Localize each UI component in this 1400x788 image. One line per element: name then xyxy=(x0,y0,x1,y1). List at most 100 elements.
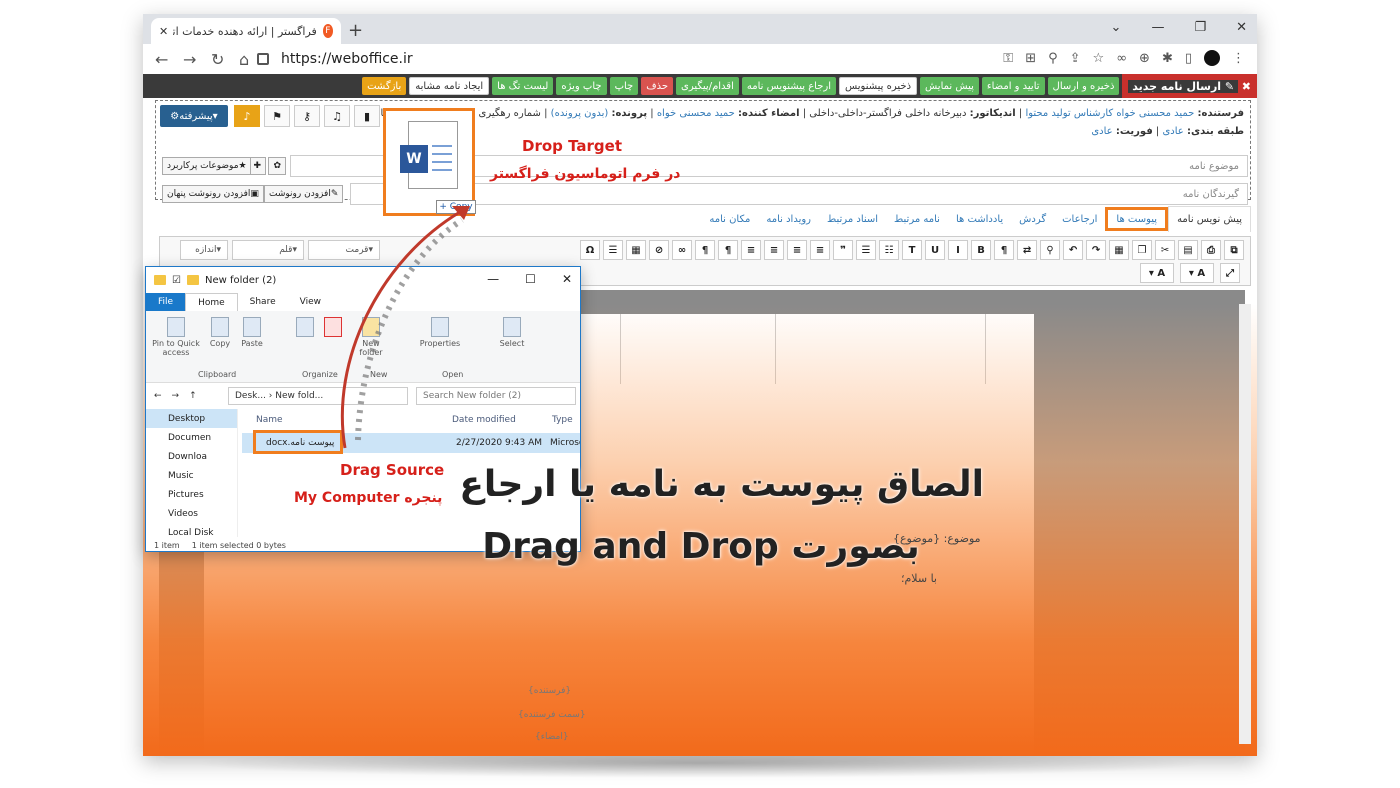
avatar[interactable] xyxy=(1204,50,1220,66)
tab-attachments[interactable]: پیوست ها xyxy=(1105,207,1169,231)
sidepanel-icon[interactable]: ▯ xyxy=(1185,51,1192,66)
plus-ext-icon[interactable]: ⊕ xyxy=(1139,51,1150,66)
move-to-button[interactable] xyxy=(294,317,316,339)
minimize-icon[interactable]: — xyxy=(487,272,499,286)
minimize-icon[interactable]: — xyxy=(1151,20,1164,35)
justify-icon[interactable]: ≡ xyxy=(741,240,761,260)
text-color-icon[interactable]: ▾ A xyxy=(1140,263,1174,283)
tab-draft[interactable]: پیش نویس نامه xyxy=(1168,206,1251,232)
close-window-icon[interactable]: ✕ xyxy=(1236,20,1247,35)
pin-quick-access-button[interactable]: Pin to Quick access xyxy=(150,317,202,357)
reload-icon[interactable]: ↻ xyxy=(211,50,227,69)
restore-icon[interactable]: ❐ xyxy=(1194,20,1206,35)
common-subjects-button[interactable]: ★ موضوعات پرکاربرد xyxy=(162,157,252,175)
select-button[interactable]: Select xyxy=(496,317,528,348)
forward-icon[interactable]: → xyxy=(183,50,199,69)
paw-icon[interactable]: ✿ xyxy=(268,157,286,175)
star-icon[interactable]: ☆ xyxy=(1093,51,1105,66)
tab-file[interactable]: File xyxy=(146,293,186,311)
signer-value[interactable]: حمید محسنی خواه xyxy=(657,108,735,119)
followup-button[interactable]: اقدام/پیگیری xyxy=(676,77,739,95)
redo-icon[interactable]: ↷ xyxy=(1086,240,1106,260)
quick-access-icon[interactable]: ☑ xyxy=(172,275,181,286)
sender-value[interactable]: حمید محسنی خواه کارشناس تولید محتوا xyxy=(1025,108,1194,119)
align-left-icon[interactable]: ≡ xyxy=(764,240,784,260)
add-cc-button[interactable]: ✎ افزودن رونوشت xyxy=(264,185,344,203)
flag-icon[interactable]: ⚑ xyxy=(264,105,290,127)
copy-icon[interactable]: ❐ xyxy=(1132,240,1152,260)
hr-icon[interactable]: ☰ xyxy=(603,240,623,260)
unlink-icon[interactable]: ⊘ xyxy=(649,240,669,260)
number-list-icon[interactable]: ☰ xyxy=(856,240,876,260)
similar-letter-button[interactable]: ایجاد نامه مشابه xyxy=(409,77,490,95)
clear-format-icon[interactable]: T xyxy=(902,240,922,260)
properties-button[interactable]: Properties xyxy=(418,317,462,348)
extension-icon[interactable]: ∞ xyxy=(1116,51,1127,66)
font-select[interactable]: ▾ قلم xyxy=(232,240,304,260)
underline-icon[interactable]: U xyxy=(925,240,945,260)
zoom-icon[interactable]: ⚲ xyxy=(1048,51,1058,66)
nav-pictures[interactable]: Pictures xyxy=(146,485,237,504)
rtl-icon[interactable]: ¶ xyxy=(718,240,738,260)
menu-icon[interactable]: ⋮ xyxy=(1232,51,1245,66)
tab-notes[interactable]: یادداشت ها xyxy=(948,206,1011,232)
ltr-icon[interactable]: ¶ xyxy=(695,240,715,260)
delete-button[interactable]: حذف xyxy=(641,77,674,95)
plus-icon[interactable]: ✚ xyxy=(250,157,266,175)
bold-icon[interactable]: B xyxy=(971,240,991,260)
delete-button[interactable] xyxy=(322,317,344,339)
save-draft-button[interactable]: ذخیره پیشنویس xyxy=(839,77,918,95)
tab-flow[interactable]: گردش xyxy=(1011,206,1054,232)
new-tab-icon[interactable]: + xyxy=(348,20,363,41)
back-button[interactable]: بازگشت xyxy=(362,77,407,95)
url-bar[interactable]: https://weboffice.ir xyxy=(253,48,973,70)
folder-value[interactable]: (بدون پرونده) xyxy=(551,108,609,119)
maximize-icon[interactable]: ⤢ xyxy=(1220,263,1240,283)
nav-videos[interactable]: Videos xyxy=(146,504,237,523)
size-select[interactable]: ▾ اندازه xyxy=(180,240,228,260)
tab-related-letter[interactable]: نامه مرتبط xyxy=(886,206,948,232)
approve-sign-button[interactable]: تایید و امضاء xyxy=(981,77,1045,95)
align-right-icon[interactable]: ≡ xyxy=(810,240,830,260)
paste-button[interactable]: Paste xyxy=(238,317,266,348)
refer-draft-button[interactable]: ارجاع پیشنویس نامه xyxy=(741,77,837,95)
print-icon[interactable]: ⎙ xyxy=(1201,240,1221,260)
back-icon[interactable]: ← xyxy=(154,391,162,401)
up-icon[interactable]: ↑ xyxy=(189,391,197,401)
maximize-icon[interactable]: ☐ xyxy=(525,272,536,286)
path-input[interactable]: Desk... › New fold... xyxy=(228,387,408,405)
close-icon[interactable]: ✖ xyxy=(1238,80,1251,93)
source-icon[interactable]: ⧉ xyxy=(1224,240,1244,260)
mic-icon[interactable]: ♫ xyxy=(324,105,350,127)
add-hidden-cc-button[interactable]: ▣ افزودن رونوشت پنهان xyxy=(162,185,264,203)
replace-icon[interactable]: ⇄ xyxy=(1017,240,1037,260)
tag-list-button[interactable]: لیست تگ ها xyxy=(492,77,554,95)
col-name[interactable]: Name xyxy=(256,415,283,425)
priority-value[interactable]: عادی xyxy=(1091,126,1112,137)
puzzle-icon[interactable]: ✱ xyxy=(1162,51,1173,66)
class-value[interactable]: عادی xyxy=(1162,126,1183,137)
bg-color-icon[interactable]: ▾ A xyxy=(1180,263,1214,283)
new-folder-button[interactable]: New folder xyxy=(356,317,386,357)
bell-icon[interactable]: ♪ xyxy=(234,105,260,127)
close-tab-icon[interactable]: ✕ xyxy=(159,25,168,38)
doc-icon[interactable]: ▤ xyxy=(1178,240,1198,260)
back-icon[interactable]: ← xyxy=(155,50,171,69)
advanced-button[interactable]: ⚙ پیشرفته ▾ xyxy=(160,105,228,127)
tab-referrals[interactable]: ارجاعات xyxy=(1054,206,1105,232)
table-icon[interactable]: ▦ xyxy=(626,240,646,260)
close-icon[interactable]: ✕ xyxy=(562,272,572,286)
cut-icon[interactable]: ✂ xyxy=(1155,240,1175,260)
translate-icon[interactable]: ⊞ xyxy=(1025,51,1036,66)
special-print-button[interactable]: چاپ ویژه xyxy=(556,77,607,95)
forward-icon[interactable]: → xyxy=(172,391,180,401)
save-send-button[interactable]: ذخیره و ارسال xyxy=(1047,77,1120,95)
omega-icon[interactable]: Ω xyxy=(580,240,600,260)
tab-home[interactable]: Home xyxy=(185,293,238,311)
italic-icon[interactable]: I xyxy=(948,240,968,260)
unlock-icon[interactable]: ⚷ xyxy=(294,105,320,127)
browser-tab[interactable]: F فراگستر | ارائه دهنده خدمات اتوماسیون … xyxy=(151,18,341,44)
spell-icon[interactable]: ¶ xyxy=(994,240,1014,260)
bullet-list-icon[interactable]: ☷ xyxy=(879,240,899,260)
share-icon[interactable]: ⇪ xyxy=(1070,51,1081,66)
